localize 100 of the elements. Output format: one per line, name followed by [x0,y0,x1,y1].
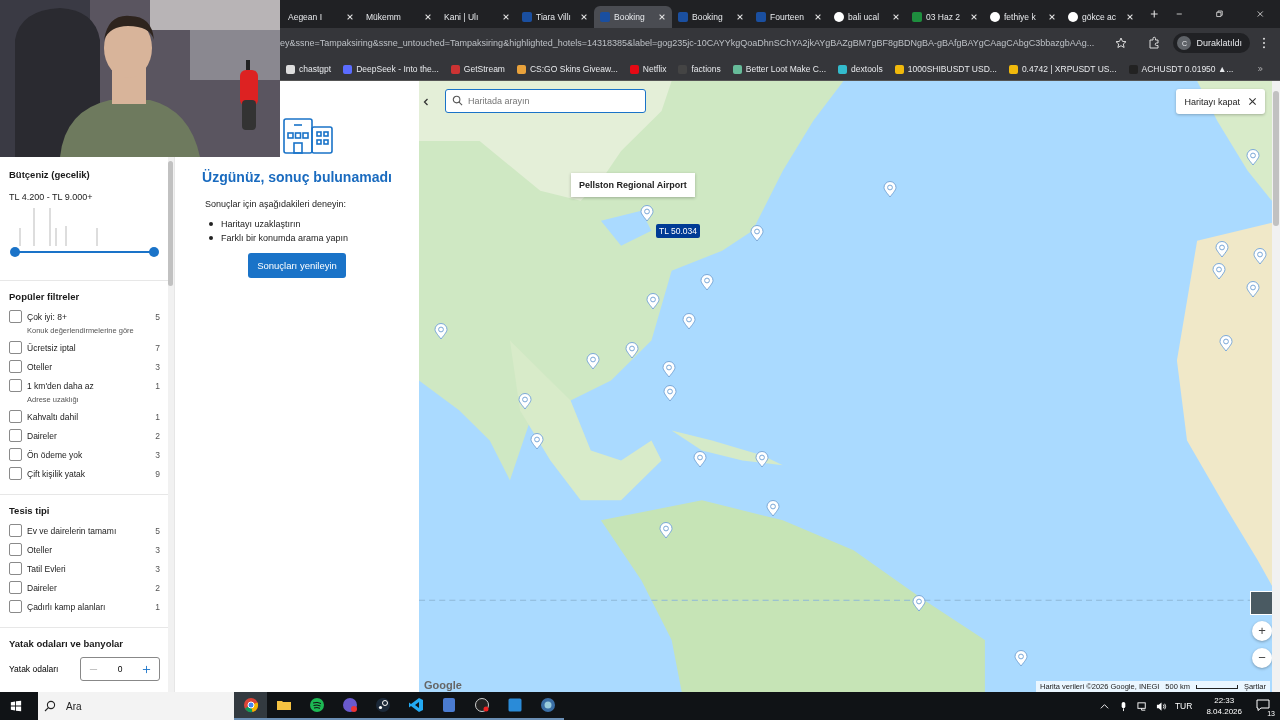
taskbar-search[interactable]: Ara [38,692,234,720]
checkbox[interactable] [9,543,22,556]
app-icon[interactable] [234,692,267,720]
browser-tab[interactable]: Booking [594,6,672,28]
checkbox[interactable] [9,429,22,442]
windows-icon[interactable] [10,700,22,712]
filter-label[interactable]: Ön ödeme yok [27,449,151,460]
slider-thumb[interactable] [10,247,20,257]
map-pin-icon[interactable] [750,225,764,242]
refresh-button[interactable]: Sonuçları yenileyin [248,253,346,278]
filter-label[interactable]: 1 km'den daha az [27,380,151,391]
map-pin-icon[interactable] [883,181,897,198]
browser-tab[interactable]: Booking [672,6,750,28]
filter-label[interactable]: Çok iyi: 8+ [27,311,151,322]
bookmark[interactable]: ACHUSDT 0.01950 ▲... [1128,64,1234,74]
browser-tab[interactable]: gökce ac [1062,6,1140,28]
browser-tab[interactable]: Fourteen [750,6,828,28]
close-icon[interactable] [970,13,978,21]
close-icon[interactable] [424,13,432,21]
speaker-icon[interactable] [1155,700,1167,712]
bookmark[interactable]: Netflix [629,64,667,74]
puzzle-icon[interactable] [1147,36,1162,50]
map-pin-icon[interactable] [700,274,714,291]
map-pin-icon[interactable] [625,342,639,359]
map-pin-icon[interactable] [640,205,654,222]
browser-tab[interactable]: Mükemm [360,6,438,28]
map-pin-icon[interactable] [434,323,448,340]
star-icon[interactable] [1115,37,1128,49]
bookmark[interactable]: chastgpt [286,64,332,74]
map-pin-icon[interactable] [586,353,600,370]
filter-label[interactable]: Daireler [27,582,151,593]
map-search-field[interactable]: Haritada arayın [445,89,646,113]
close-icon[interactable] [892,13,900,21]
map-pin-icon[interactable] [755,451,769,468]
restore-icon[interactable] [1215,9,1224,19]
price-marker[interactable]: TL 50.034 [656,224,700,238]
slider-thumb[interactable] [149,247,159,257]
close-icon[interactable] [1048,13,1056,21]
close-icon[interactable] [658,13,666,21]
map-pin-icon[interactable] [518,393,532,410]
filter-label[interactable]: Kahvaltı dahil [27,411,151,422]
layer-thumbnail[interactable] [1250,591,1274,615]
checkbox[interactable] [9,410,22,423]
map-pin-icon[interactable] [1219,335,1233,352]
language-indicator[interactable]: TUR [1174,701,1193,711]
filter-label[interactable]: Tatil Evleri [27,563,151,574]
plus-icon[interactable] [142,664,151,674]
stepper[interactable]: 0 [80,657,160,681]
map-pin-icon[interactable] [1212,263,1226,280]
checkbox[interactable] [9,524,22,537]
checkbox[interactable] [9,562,22,575]
filter-label[interactable]: Ücretsiz iptal [27,342,151,353]
network-icon[interactable] [1136,700,1148,712]
close-icon[interactable] [814,13,822,21]
checkbox[interactable] [9,310,22,323]
menu-icon[interactable] [1262,37,1266,49]
checkbox[interactable] [9,600,22,613]
scrollbar-thumb[interactable] [168,161,173,286]
filter-label[interactable]: Çadırlı kamp alanları [27,601,151,612]
close-icon[interactable] [736,13,744,21]
bookmark[interactable]: DeepSeek - Into the... [343,64,439,74]
map-pin-icon[interactable] [662,361,676,378]
bookmark[interactable]: Better Loot Make C... [732,64,827,74]
bookmark[interactable]: CS:GO Skins Giveaw... [516,64,618,74]
browser-tab[interactable]: Tiara Villı [516,6,594,28]
price-slider[interactable] [10,246,159,258]
clock[interactable]: 22:33 8.04.2026 [1206,695,1242,717]
close-icon[interactable] [346,13,354,21]
checkbox[interactable] [9,448,22,461]
map-pin-icon[interactable] [530,433,544,450]
checkbox[interactable] [9,341,22,354]
checkbox[interactable] [9,360,22,373]
close-map-button[interactable]: Haritayı kapat [1176,89,1265,114]
notification-icon[interactable] [1256,698,1270,712]
filter-label[interactable]: Oteller [27,544,151,555]
browser-tab[interactable]: bali ucal [828,6,906,28]
filter-label[interactable]: Daireler [27,430,151,441]
map-pin-icon[interactable] [1246,281,1260,298]
map-pin-icon[interactable] [659,522,673,539]
filter-label[interactable]: Çift kişilik yatak [27,468,151,479]
checkbox[interactable] [9,379,22,392]
bookmark[interactable]: factions [678,64,721,74]
chevron-icon[interactable] [1257,64,1264,74]
bookmark[interactable]: GetStream [450,64,505,74]
map-pin-icon[interactable] [682,313,696,330]
map-pin-icon[interactable] [646,293,660,310]
checkbox[interactable] [9,581,22,594]
map-pin-icon[interactable] [912,595,926,612]
browser-tab[interactable]: fethiye k [984,6,1062,28]
chevron-left-icon[interactable] [421,97,431,107]
map-pin-icon[interactable] [1246,149,1260,166]
close-icon[interactable] [1126,13,1134,21]
new-tab-icon[interactable] [1150,9,1159,19]
browser-tab[interactable]: Aegean I [282,6,360,28]
map-pin-icon[interactable] [1253,248,1267,265]
bookmark[interactable]: 1000SHIBUSDT USD... [894,64,997,74]
map-pin-icon[interactable] [693,451,707,468]
close-icon[interactable] [1255,9,1264,19]
map-pin-icon[interactable] [1215,241,1229,258]
browser-tab[interactable]: 03 Haz 2 [906,6,984,28]
